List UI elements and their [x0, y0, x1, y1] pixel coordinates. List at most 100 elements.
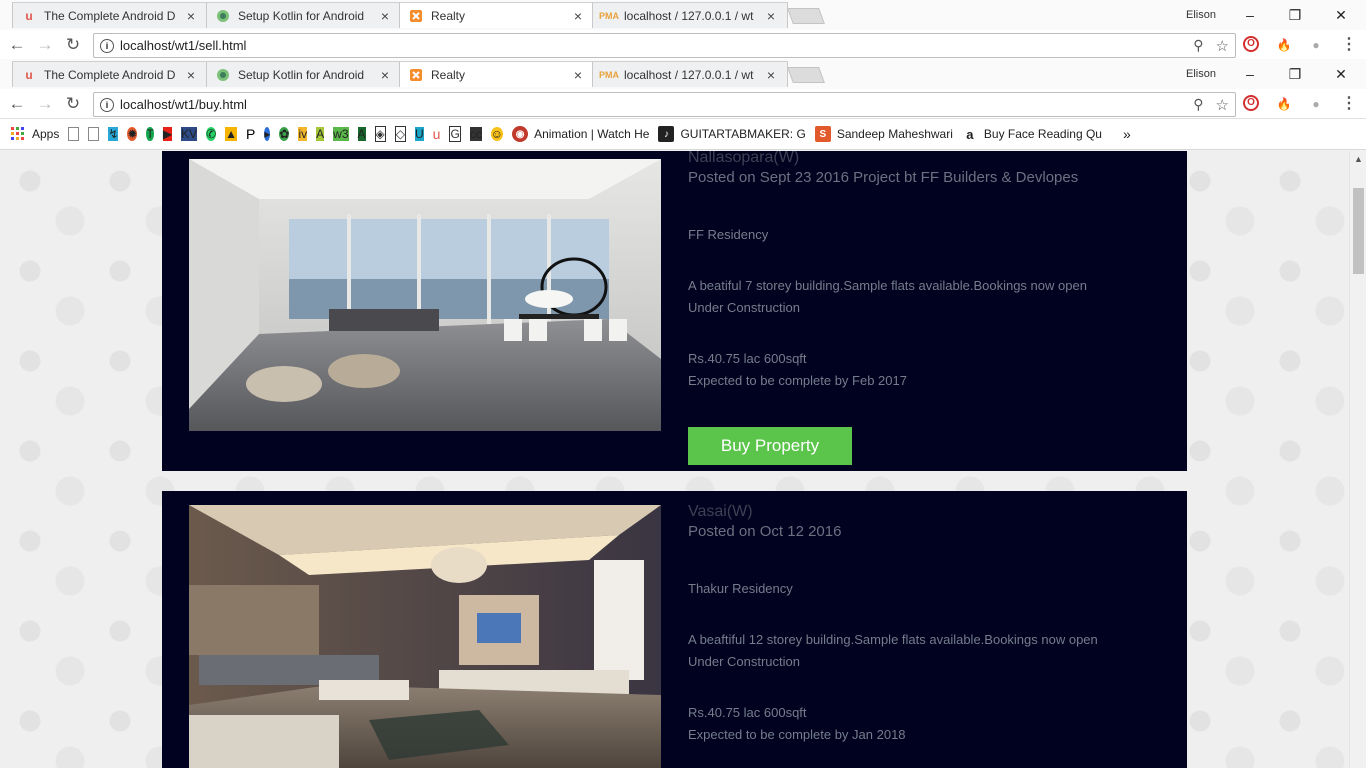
property-status: Under Construction: [688, 654, 800, 669]
ghostery-icon[interactable]: ●: [1307, 36, 1325, 54]
bookmark-icon[interactable]: KV: [181, 127, 198, 141]
apps-grid-icon: [10, 126, 26, 142]
page-icon[interactable]: [88, 127, 100, 141]
bookmark-animation[interactable]: ◉ Animation | Watch He: [512, 126, 649, 142]
bookmark-icon[interactable]: ✿: [279, 127, 290, 141]
back-icon[interactable]: ←: [6, 93, 28, 115]
buy-property-button[interactable]: Buy Property: [688, 427, 852, 465]
bookmark-star-icon[interactable]: ☆: [1216, 96, 1229, 114]
android-studio-icon: [215, 8, 231, 24]
tab-phpmyadmin[interactable]: PMA localhost / 127.0.0.1 / wt ×: [592, 2, 788, 28]
codepen-icon[interactable]: ◈: [374, 126, 386, 142]
zoom-icon[interactable]: ⚲: [1193, 96, 1203, 113]
fire-extension-icon[interactable]: 🔥: [1275, 95, 1293, 113]
close-icon[interactable]: ×: [763, 8, 779, 24]
forward-icon[interactable]: →: [34, 34, 56, 56]
menu-icon[interactable]: ⋮: [1340, 95, 1358, 113]
tab-phpmyadmin[interactable]: PMA localhost / 127.0.0.1 / wt ×: [592, 61, 788, 87]
youtube-icon[interactable]: ▶: [162, 127, 173, 141]
bookmark-apps[interactable]: Apps: [10, 126, 59, 142]
tab-kotlin[interactable]: Setup Kotlin for Android ×: [206, 61, 402, 87]
reload-icon[interactable]: ↻: [62, 93, 84, 115]
bookmark-icon[interactable]: ☺: [490, 127, 504, 141]
address-bar[interactable]: i localhost/wt1/sell.html ⚲ ☆: [93, 33, 1236, 58]
close-icon[interactable]: ×: [570, 8, 586, 24]
bookmark-guitartabmaker[interactable]: ♪ GUITARTABMAKER: G: [658, 126, 806, 142]
new-tab-button[interactable]: [787, 8, 825, 24]
tab-kotlin[interactable]: Setup Kotlin for Android ×: [206, 2, 402, 28]
bookmark-sandeep[interactable]: S Sandeep Maheshwari: [814, 126, 953, 142]
close-icon[interactable]: ×: [183, 67, 199, 83]
xampp-icon: [408, 8, 424, 24]
info-icon[interactable]: i: [100, 38, 114, 53]
property-description: A beaftiful 12 storey building.Sample fl…: [688, 632, 1098, 647]
reload-icon[interactable]: ↻: [62, 34, 84, 56]
bookmark-star-icon[interactable]: ☆: [1216, 37, 1229, 55]
android-icon[interactable]: A: [316, 127, 325, 141]
close-window-button[interactable]: ✕: [1326, 4, 1356, 26]
bookmark-icon[interactable]: cc: [469, 127, 482, 141]
property-status: Under Construction: [688, 300, 800, 315]
property-details: Vasai(W) Posted on Oct 12 2016 Thakur Re…: [688, 503, 1168, 746]
tab-udemy[interactable]: u The Complete Android D ×: [12, 61, 208, 87]
tab-realty[interactable]: Realty ×: [399, 61, 595, 87]
bookmark-icon[interactable]: ◇: [394, 126, 406, 142]
close-icon[interactable]: ×: [377, 8, 393, 24]
property-description: A beatiful 7 storey building.Sample flat…: [688, 278, 1087, 293]
opera-icon[interactable]: O: [1243, 36, 1259, 52]
bookmark-icon[interactable]: G: [449, 126, 461, 142]
bookmarks-bar: Apps ↯ ✹ T ▶ KV ✆ ▲ P ▸ ✿ iv A w3 A ◈ ◇ …: [0, 119, 1366, 150]
fire-extension-icon[interactable]: 🔥: [1275, 36, 1293, 54]
bookmark-icon[interactable]: A: [357, 127, 366, 141]
tab-udemy[interactable]: u The Complete Android D ×: [12, 2, 208, 28]
minimize-button[interactable]: –: [1235, 63, 1265, 85]
sandeep-icon: S: [814, 126, 831, 142]
bookmark-icon[interactable]: ↯: [108, 127, 119, 141]
tab-realty[interactable]: Realty ×: [399, 2, 595, 28]
property-completion: Expected to be complete by Jan 2018: [688, 727, 906, 742]
udemy-icon: u: [25, 8, 33, 23]
property-listing-2: Vasai(W) Posted on Oct 12 2016 Thakur Re…: [162, 491, 1187, 768]
profile-name[interactable]: Elison: [1186, 9, 1216, 21]
zoom-icon[interactable]: ⚲: [1193, 37, 1203, 54]
restore-button[interactable]: ❐: [1280, 63, 1310, 85]
address-bar[interactable]: i localhost/wt1/buy.html ⚲ ☆: [93, 92, 1236, 117]
close-icon[interactable]: ×: [183, 8, 199, 24]
bookmark-amazon[interactable]: a Buy Face Reading Qu: [961, 126, 1102, 142]
ghostery-icon[interactable]: ●: [1307, 95, 1325, 113]
menu-icon[interactable]: ⋮: [1340, 36, 1358, 54]
property-completion: Expected to be complete by Feb 2017: [688, 373, 907, 388]
bookmark-icon[interactable]: w3: [333, 127, 349, 141]
property-photo: [189, 159, 661, 431]
property-price: Rs.40.75 lac 600sqft: [688, 705, 807, 720]
bookmark-icon[interactable]: iv: [298, 127, 308, 141]
page-icon[interactable]: [68, 127, 80, 141]
scrollbar-thumb[interactable]: [1353, 188, 1364, 274]
bookmark-icon[interactable]: T: [146, 127, 154, 141]
more-bookmarks-button[interactable]: »: [1123, 126, 1131, 142]
minimize-button[interactable]: –: [1235, 4, 1265, 26]
scroll-up-arrow-icon[interactable]: ▲: [1350, 151, 1366, 167]
bookmark-icon[interactable]: U: [414, 127, 424, 141]
back-icon[interactable]: ←: [6, 34, 28, 56]
tab-strip-2: u The Complete Android D × Setup Kotlin …: [0, 59, 1366, 89]
close-icon[interactable]: ×: [377, 67, 393, 83]
profile-name[interactable]: Elison: [1186, 68, 1216, 80]
google-drive-icon[interactable]: ▲: [225, 127, 238, 141]
close-window-button[interactable]: ✕: [1326, 63, 1356, 85]
whatsapp-icon[interactable]: ✆: [206, 127, 217, 141]
udemy-icon[interactable]: u: [432, 126, 441, 142]
forward-icon[interactable]: →: [34, 93, 56, 115]
close-icon[interactable]: ×: [763, 67, 779, 83]
url-text: localhost/wt1/buy.html: [120, 97, 247, 112]
opera-icon[interactable]: O: [1243, 95, 1259, 111]
vertical-scrollbar[interactable]: ▲: [1349, 151, 1366, 768]
info-icon[interactable]: i: [100, 97, 114, 112]
new-tab-button[interactable]: [787, 67, 825, 83]
restore-button[interactable]: ❐: [1280, 4, 1310, 26]
bookmark-icon[interactable]: P: [246, 126, 256, 142]
bookmark-icon[interactable]: ▸: [264, 127, 271, 141]
close-icon[interactable]: ×: [570, 67, 586, 83]
toolbar-1: ← → ↻ i localhost/wt1/sell.html ⚲ ☆ O 🔥 …: [0, 30, 1366, 60]
bookmark-icon[interactable]: ✹: [127, 127, 138, 141]
